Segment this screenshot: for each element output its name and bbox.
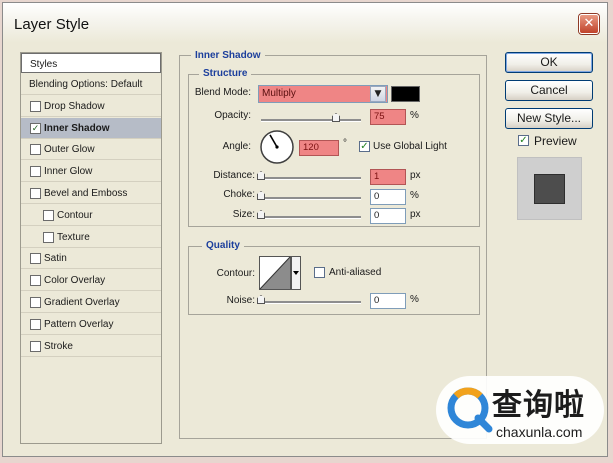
choke-slider-track[interactable] [261, 197, 361, 200]
style-item-checkbox[interactable] [30, 275, 41, 287]
structure-title: Structure [199, 68, 252, 79]
title-bar: Layer Style ✕ [3, 3, 607, 43]
opacity-unit: % [410, 110, 419, 121]
style-item-label: Drop Shadow [44, 100, 105, 112]
style-item[interactable]: Stroke [21, 336, 161, 357]
distance-input[interactable]: 1 [370, 169, 406, 185]
style-item-label: Gradient Overlay [44, 297, 120, 308]
watermark-url: chaxunla.com [496, 424, 583, 440]
blend-mode-value: Multiply [262, 88, 296, 99]
styles-list: Styles Blending Options: Default Drop Sha… [20, 52, 162, 444]
style-item-checkbox[interactable] [30, 340, 41, 352]
contour-label: Contour: [216, 268, 255, 279]
opacity-slider-track[interactable] [261, 119, 361, 122]
style-item[interactable]: Gradient Overlay [21, 292, 161, 313]
style-item-label: Texture [57, 231, 90, 243]
choke-input[interactable]: 0 [370, 189, 406, 205]
style-item-label: Bevel and Emboss [44, 188, 128, 199]
style-item-checkbox[interactable] [30, 100, 41, 112]
style-item-checkbox[interactable] [30, 297, 41, 308]
preview-label: Preview [534, 134, 577, 148]
noise-slider-track[interactable] [261, 301, 361, 304]
style-item-label: Pattern Overlay [44, 318, 114, 330]
anti-aliased-checkbox[interactable] [314, 267, 325, 278]
chevron-down-icon[interactable]: ▼ [370, 86, 386, 102]
style-item[interactable]: Pattern Overlay [21, 314, 161, 335]
ok-button[interactable]: OK [505, 52, 593, 73]
angle-dial-icon[interactable] [259, 129, 295, 165]
shadow-color-swatch[interactable] [391, 86, 420, 102]
style-item-checkbox[interactable] [43, 231, 54, 243]
style-item-label: Outer Glow [44, 144, 95, 156]
style-item[interactable]: Inner Glow [21, 161, 161, 183]
angle-input[interactable]: 120 [299, 140, 339, 156]
style-item-checkbox[interactable] [30, 318, 41, 330]
styles-header[interactable]: Styles [21, 53, 161, 73]
cancel-button[interactable]: Cancel [505, 80, 593, 101]
style-item-checkbox[interactable] [43, 209, 54, 221]
style-preview-swatch [534, 174, 565, 204]
style-item[interactable]: Color Overlay [21, 270, 161, 292]
noise-unit: % [410, 294, 419, 305]
distance-unit: px [410, 170, 421, 181]
angle-label: Angle: [222, 141, 251, 152]
use-global-light-label: Use Global Light [373, 141, 447, 152]
style-item-label: Color Overlay [44, 275, 106, 287]
style-item[interactable]: Bevel and Emboss [21, 183, 161, 204]
preview-checkbox[interactable]: ✓ [518, 135, 529, 146]
quality-title: Quality [202, 240, 244, 251]
style-item-label: Contour [57, 209, 93, 221]
style-item[interactable]: Contour [21, 205, 161, 226]
inner-shadow-title: Inner Shadow [191, 50, 265, 61]
new-style-button[interactable]: New Style... [505, 108, 593, 129]
choke-unit: % [410, 190, 419, 201]
style-item-label: Satin [44, 253, 67, 265]
size-label: Size: [232, 209, 255, 220]
style-preview [517, 157, 582, 220]
noise-input[interactable]: 0 [370, 293, 406, 309]
style-item-checkbox[interactable] [30, 253, 41, 265]
style-item[interactable]: Texture [21, 227, 161, 248]
blend-mode-label: Blend Mode: [194, 87, 251, 98]
choke-label: Choke: [223, 189, 255, 200]
style-item[interactable]: Satin [21, 248, 161, 270]
close-icon[interactable]: ✕ [579, 14, 599, 34]
size-unit: px [410, 209, 421, 220]
window-title: Layer Style [14, 16, 90, 33]
blend-mode-select[interactable]: Multiply [258, 85, 388, 103]
style-item-checkbox[interactable] [30, 166, 41, 178]
style-item[interactable]: Blending Options: Default [21, 74, 161, 95]
style-item-label: Inner Shadow [44, 122, 110, 134]
angle-unit: ° [343, 138, 347, 149]
style-item[interactable]: Drop Shadow [21, 96, 161, 117]
style-item-checkbox[interactable] [30, 144, 41, 156]
watermark-brand: 查询啦 [492, 388, 585, 423]
size-slider-track[interactable] [261, 216, 361, 219]
style-item-checkbox[interactable] [30, 188, 41, 199]
styles-header-label: Styles [30, 59, 58, 70]
distance-slider-track[interactable] [261, 177, 361, 180]
style-item-label: Inner Glow [44, 166, 93, 178]
style-item[interactable]: Outer Glow [21, 139, 161, 161]
opacity-input[interactable]: 75 [370, 109, 406, 125]
noise-label: Noise: [226, 295, 255, 306]
style-item-label: Blending Options: Default [29, 79, 143, 90]
contour-curve-icon[interactable] [259, 256, 301, 290]
opacity-label: Opacity: [214, 110, 251, 121]
anti-aliased-label: Anti-aliased [329, 267, 382, 278]
search-logo-icon [447, 387, 493, 433]
style-item-checkbox[interactable]: ✓ [30, 122, 41, 134]
distance-label: Distance: [213, 170, 255, 181]
style-item-label: Stroke [44, 340, 73, 352]
size-input[interactable]: 0 [370, 208, 406, 224]
use-global-light-checkbox[interactable]: ✓ [359, 141, 370, 152]
style-item[interactable]: ✓ Inner Shadow [21, 117, 161, 139]
